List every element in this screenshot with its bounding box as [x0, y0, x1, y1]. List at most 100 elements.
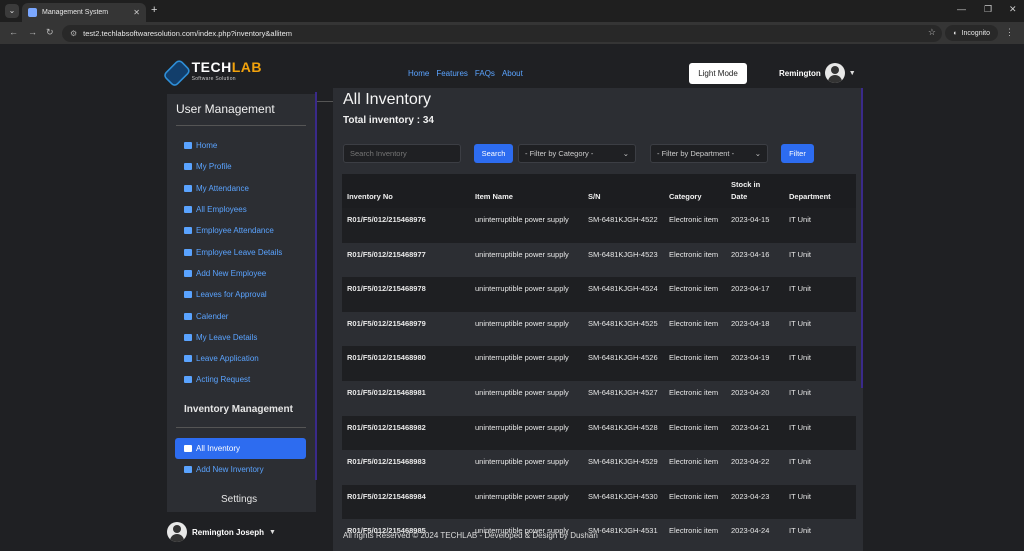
nav-features-link[interactable]: Features	[436, 69, 468, 78]
footer-text: All rights Reserved © 2024 TECHLAB - Dev…	[343, 531, 598, 540]
sidebar-item-my-profile[interactable]: My Profile	[184, 162, 232, 171]
user-menu[interactable]: Remington ▼	[779, 63, 856, 83]
table-cell-inv: R01/F5/012/215468981	[347, 387, 426, 397]
table-cell-dept: IT Unit	[789, 422, 811, 432]
sidebar-item-my-leave-details[interactable]: My Leave Details	[184, 333, 257, 342]
sidebar-item-my-attendance[interactable]: My Attendance	[184, 184, 249, 193]
techlab-logo[interactable]: TECHLAB Software Solution	[162, 56, 262, 90]
table-cell-dept: IT Unit	[789, 215, 811, 224]
url-bar[interactable]: ⚙ test2.techlabsoftwaresolution.com/inde…	[62, 25, 942, 42]
sidebar-item-acting-request[interactable]: Acting Request	[184, 375, 250, 384]
table-row[interactable]: R01/F5/012/215468977 uninterruptible powe…	[342, 242, 856, 278]
browser-menu-icon[interactable]: ⋮	[1005, 27, 1014, 38]
search-button[interactable]: Search	[474, 144, 513, 163]
sidebar-item-calender[interactable]: Calender	[184, 312, 228, 321]
file-icon	[184, 355, 192, 362]
table-cell-dept: IT Unit	[789, 284, 811, 294]
table-cell-sn: SM-6481KJGH-4529	[588, 457, 658, 467]
incognito-badge[interactable]: ◐ Incognito	[945, 25, 998, 41]
table-row[interactable]: R01/F5/012/215468983 uninterruptible powe…	[342, 450, 856, 485]
reload-icon[interactable]: ↻	[46, 27, 54, 38]
avatar	[824, 63, 845, 83]
browser-tab[interactable]: Management System ✕	[22, 3, 146, 22]
tab-search-button[interactable]: ⌄	[5, 4, 19, 18]
user-icon	[184, 227, 192, 234]
light-mode-button[interactable]: Light Mode	[689, 63, 747, 84]
table-cell-cat: Electronic item	[669, 387, 719, 397]
table-row[interactable]: R01/F5/012/215468979 uninterruptible powe…	[342, 311, 856, 347]
sidebar: User Management Home My Profile My Atten…	[167, 94, 316, 512]
category-filter-select[interactable]: - Filter by Category - ⌄	[518, 144, 636, 163]
nav-about-link[interactable]: About	[502, 69, 523, 78]
table-cell-dept: IT Unit	[789, 353, 811, 363]
bottom-user-name: Remington Joseph	[192, 527, 265, 537]
table-cell-date: 2023-04-24	[731, 526, 770, 536]
new-tab-button[interactable]: +	[151, 4, 157, 16]
table-cell-sn: SM-6481KJGH-4528	[588, 422, 658, 432]
sidebar-item-add-new-employee[interactable]: Add New Employee	[184, 269, 266, 278]
table-cell-name: uninterruptible power supply	[475, 491, 569, 501]
logo-mark-icon	[162, 58, 192, 88]
table-cell-date: 2023-04-16	[731, 249, 770, 259]
incognito-label: Incognito	[961, 29, 990, 37]
table-row[interactable]: R01/F5/012/215468976 uninterruptible powe…	[342, 208, 856, 243]
close-window-icon[interactable]: ✕	[1009, 4, 1017, 15]
table-cell-name: uninterruptible power supply	[475, 249, 569, 259]
table-cell-date: 2023-04-15	[731, 215, 770, 224]
file-signature-icon	[184, 291, 192, 298]
forward-icon[interactable]: →	[28, 27, 37, 37]
table-cell-inv: R01/F5/012/215468983	[347, 457, 426, 467]
table-cell-cat: Electronic item	[669, 353, 719, 363]
minimize-icon[interactable]: —	[957, 4, 966, 14]
page: TECHLAB Software Solution Home Features …	[0, 44, 1024, 551]
content-divider	[315, 92, 317, 480]
sidebar-item-leave-application[interactable]: Leave Application	[184, 354, 259, 363]
back-icon[interactable]: ←	[9, 27, 18, 37]
filter-button[interactable]: Filter	[781, 144, 814, 163]
sidebar-item-leaves-for-approval[interactable]: Leaves for Approval	[184, 290, 267, 299]
column-header: S/N	[588, 192, 601, 201]
sidebar-item-employee-leave-details[interactable]: Employee Leave Details	[184, 248, 282, 257]
table-cell-sn: SM-6481KJGH-4525	[588, 318, 658, 328]
browser-tab-bar: ⌄ Management System ✕ + — ❐ ✕	[0, 0, 1024, 22]
site-info-icon[interactable]: ⚙	[70, 29, 77, 38]
table-row[interactable]: R01/F5/012/215468980 uninterruptible powe…	[342, 346, 856, 381]
total-inventory: Total inventory : 34	[343, 115, 434, 126]
table-cell-date: 2023-04-19	[731, 353, 770, 363]
table-cell-cat: Electronic item	[669, 491, 719, 501]
sidebar-item-all-inventory[interactable]: All Inventory	[175, 438, 306, 459]
nav-home-link[interactable]: Home	[408, 69, 429, 78]
table-cell-inv: R01/F5/012/215468984	[347, 491, 426, 501]
department-filter-value: - Filter by Department -	[657, 149, 735, 158]
table-row[interactable]: R01/F5/012/215468978 uninterruptible powe…	[342, 277, 856, 312]
chevron-down-icon: ▼	[269, 528, 276, 536]
table-cell-cat: Electronic item	[669, 457, 719, 467]
inventory-table: Inventory No Item Name S/N Category Stoc…	[342, 174, 856, 551]
restore-icon[interactable]: ❐	[984, 4, 992, 15]
search-input[interactable]	[343, 144, 461, 163]
table-row[interactable]: R01/F5/012/215468982 uninterruptible powe…	[342, 415, 856, 451]
table-row[interactable]: R01/F5/012/215468984 uninterruptible powe…	[342, 484, 856, 520]
tab-close-icon[interactable]: ✕	[133, 8, 140, 17]
sidebar-item-add-new-inventory[interactable]: Add New Inventory	[184, 465, 264, 474]
table-cell-sn: SM-6481KJGH-4526	[588, 353, 658, 363]
table-icon	[184, 334, 192, 341]
table-row[interactable]: R01/F5/012/215468981 uninterruptible powe…	[342, 380, 856, 416]
incognito-icon: ◐	[953, 29, 958, 37]
page-title: All Inventory	[343, 91, 432, 108]
bottom-user-menu[interactable]: Remington Joseph ▼	[167, 522, 276, 542]
department-filter-select[interactable]: - Filter by Department - ⌄	[650, 144, 768, 163]
sidebar-item-employee-attendance[interactable]: Employee Attendance	[184, 226, 274, 235]
table-cell-name: uninterruptible power supply	[475, 457, 569, 467]
table-cell-cat: Electronic item	[669, 318, 719, 328]
table-cell-cat: Electronic item	[669, 526, 719, 536]
user-plus-icon	[184, 270, 192, 277]
nav-faqs-link[interactable]: FAQs	[475, 69, 495, 78]
sidebar-item-home[interactable]: Home	[184, 141, 217, 150]
logo-wordmark: TECHLAB Software Solution	[191, 59, 262, 82]
id-card-icon	[184, 163, 192, 170]
calendar-icon	[184, 185, 192, 192]
user-clock-icon	[184, 376, 192, 383]
sidebar-item-all-employees[interactable]: All Employees	[184, 205, 247, 214]
bookmark-star-icon[interactable]: ☆	[928, 27, 936, 38]
